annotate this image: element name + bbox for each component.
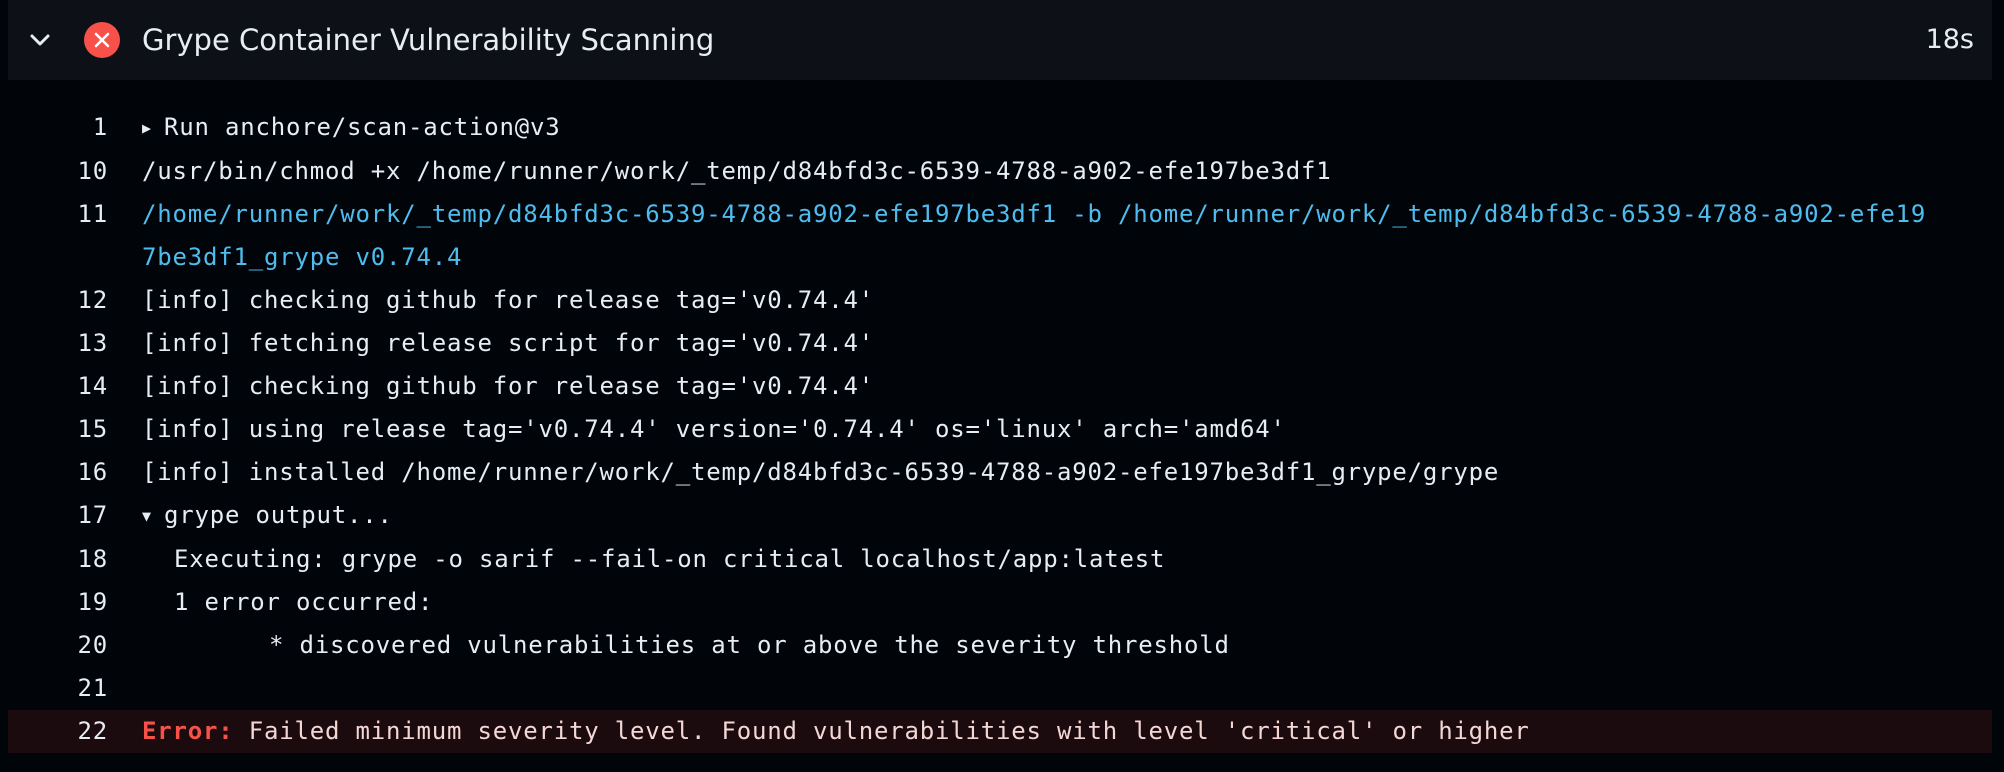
- log-text: Run anchore/scan-action@v3: [164, 113, 561, 141]
- log-line: 21: [8, 667, 1992, 710]
- log-output: 1 ▶ Run anchore/scan-action@v3 10 /usr/bi…: [8, 106, 1992, 753]
- log-command-text: /home/runner/work/_temp/d84bfd3c-6539-47…: [142, 200, 1927, 271]
- log-line: 10 /usr/bin/chmod +x /home/runner/work/_…: [8, 150, 1992, 193]
- line-number[interactable]: 18: [8, 538, 142, 581]
- chevron-down-icon[interactable]: [28, 28, 52, 52]
- step-header[interactable]: Grype Container Vulnerability Scanning 1…: [8, 0, 1992, 80]
- error-message: Failed minimum severity level. Found vul…: [248, 717, 1530, 745]
- expand-triangle-icon[interactable]: ▶: [142, 107, 164, 150]
- step-duration: 18s: [1925, 24, 1974, 55]
- log-line: 16 [info] installed /home/runner/work/_t…: [8, 451, 1992, 494]
- log-text: [info] checking github for release tag='…: [142, 372, 874, 400]
- line-number[interactable]: 11: [8, 193, 142, 236]
- log-line[interactable]: 17 ▼ grype output...: [8, 494, 1992, 538]
- log-text: /usr/bin/chmod +x /home/runner/work/_tem…: [142, 157, 1332, 185]
- log-line: 11 /home/runner/work/_temp/d84bfd3c-6539…: [8, 193, 1992, 279]
- line-number[interactable]: 12: [8, 279, 142, 322]
- line-number[interactable]: 15: [8, 408, 142, 451]
- log-text: Executing: grype -o sarif --fail-on crit…: [174, 545, 1166, 573]
- line-number[interactable]: 17: [8, 494, 142, 537]
- log-line: 12 [info] checking github for release ta…: [8, 279, 1992, 322]
- log-line: 14 [info] checking github for release ta…: [8, 365, 1992, 408]
- x-circle-icon: [84, 22, 120, 58]
- step-title: Grype Container Vulnerability Scanning: [142, 23, 715, 57]
- line-number[interactable]: 22: [8, 710, 142, 753]
- line-number[interactable]: 21: [8, 667, 142, 710]
- line-number[interactable]: 1: [8, 106, 142, 149]
- log-line: 19 1 error occurred:: [8, 581, 1992, 624]
- log-text: [info] checking github for release tag='…: [142, 286, 874, 314]
- log-text: [info] installed /home/runner/work/_temp…: [142, 458, 1500, 486]
- log-line[interactable]: 1 ▶ Run anchore/scan-action@v3: [8, 106, 1992, 150]
- log-group-title: grype output...: [164, 501, 393, 529]
- log-line: 13 [info] fetching release script for ta…: [8, 322, 1992, 365]
- log-line: 15 [info] using release tag='v0.74.4' ve…: [8, 408, 1992, 451]
- line-number[interactable]: 16: [8, 451, 142, 494]
- line-number[interactable]: 19: [8, 581, 142, 624]
- line-number[interactable]: 20: [8, 624, 142, 667]
- log-text: 1 error occurred:: [174, 588, 434, 616]
- line-number[interactable]: 13: [8, 322, 142, 365]
- collapse-triangle-icon[interactable]: ▼: [142, 495, 164, 538]
- log-line: 18 Executing: grype -o sarif --fail-on c…: [8, 538, 1992, 581]
- log-text: * discovered vulnerabilities at or above…: [269, 631, 1230, 659]
- line-number[interactable]: 14: [8, 365, 142, 408]
- log-line-error: 22 Error: Failed minimum severity level.…: [8, 710, 1992, 753]
- line-number[interactable]: 10: [8, 150, 142, 193]
- log-text: [info] using release tag='v0.74.4' versi…: [142, 415, 1286, 443]
- log-line: 20 * discovered vulnerabilities at or ab…: [8, 624, 1992, 667]
- log-text: [info] fetching release script for tag='…: [142, 329, 874, 357]
- error-label: Error:: [142, 717, 234, 745]
